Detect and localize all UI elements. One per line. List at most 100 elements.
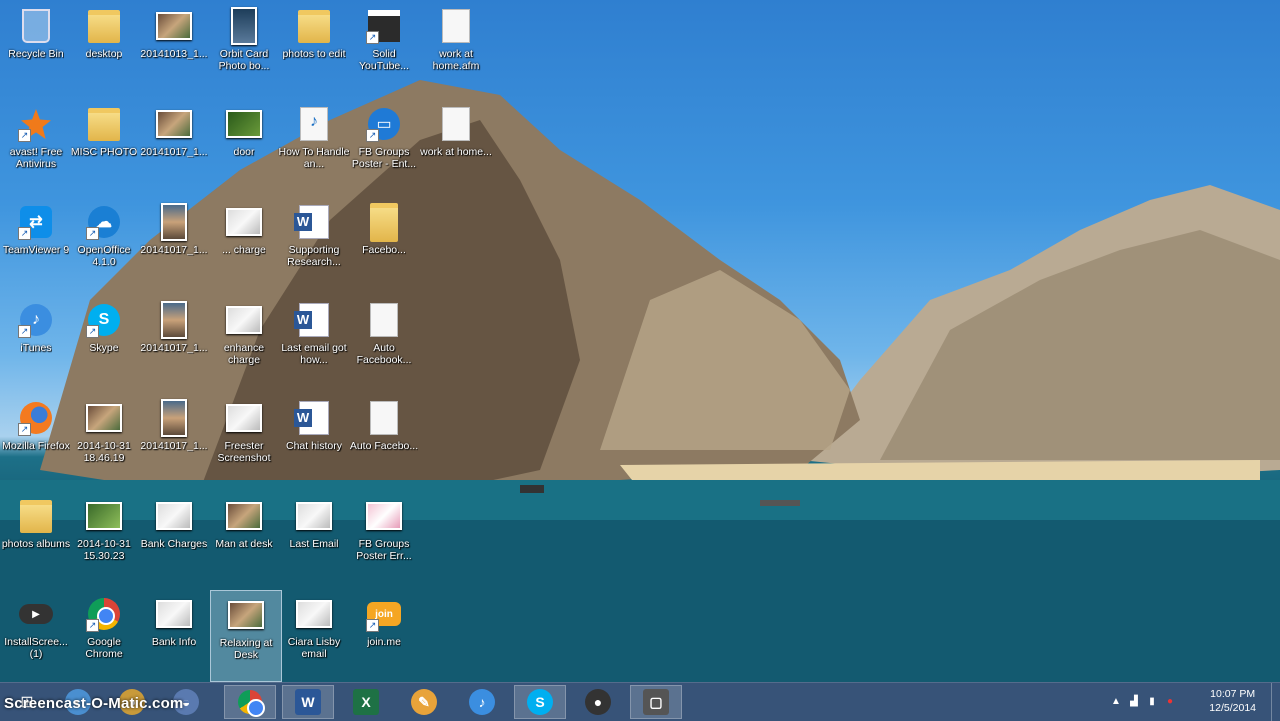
photo-file-20141017-d[interactable]: 20141017_1...	[138, 394, 210, 486]
misc-photo-folder[interactable]: MISC PHOTO	[68, 100, 140, 192]
taskbar-word[interactable]: W	[282, 685, 334, 719]
notification-alert-icon[interactable]: ●	[1164, 696, 1176, 708]
orbit-card-file[interactable]: Orbit Card Photo bo...	[208, 2, 280, 94]
icon-label: Auto Facebo...	[349, 440, 419, 452]
photos-albums-folder[interactable]: photos albums	[0, 492, 72, 584]
desktop-folder[interactable]: desktop	[68, 2, 140, 94]
door-file[interactable]: door	[208, 100, 280, 192]
taskbar-screencast[interactable]: ●	[572, 685, 624, 719]
audio-file-icon: ♪	[296, 106, 332, 142]
recycle-bin-icon[interactable]: Recycle Bin	[0, 2, 72, 94]
firefox-shortcut[interactable]: ↗ Mozilla Firefox	[0, 394, 72, 486]
icon-label: photos albums	[1, 538, 71, 550]
taskbar-chrome[interactable]	[224, 685, 276, 719]
bank-charges-file[interactable]: Bank Charges	[138, 492, 210, 584]
folder-icon	[366, 202, 402, 242]
clock-time: 10:07 PM	[1210, 688, 1256, 700]
last-email-doc[interactable]: Last email got how...	[278, 296, 350, 388]
image-thumbnail-icon	[156, 106, 192, 142]
show-hidden-icons-chevron-icon[interactable]: ▲	[1110, 696, 1122, 708]
icon-label: Bank Charges	[140, 538, 208, 550]
word-document-icon	[294, 204, 332, 240]
chrome-icon: ↗	[86, 596, 122, 632]
image-thumbnail-icon	[226, 204, 262, 240]
screencast-icon: ●	[585, 689, 611, 715]
bank-info-file[interactable]: Bank Info	[138, 590, 210, 682]
desktop[interactable]: Recycle Bin ↗ avast! Free Antivirus ⇄ ↗ T…	[0, 0, 1280, 682]
work-at-home-file[interactable]: work at home.afm	[420, 2, 492, 94]
installscreen-shortcut[interactable]: ▶ InstallScree... (1)	[0, 590, 72, 682]
icon-label: Mozilla Firefox	[2, 440, 70, 452]
teamviewer-shortcut[interactable]: ⇄ ↗ TeamViewer 9	[0, 198, 72, 290]
icon-label: Supporting Research...	[287, 244, 341, 268]
relaxing-at-desk-file[interactable]: Relaxing at Desk	[210, 590, 282, 682]
fb-groups-poster-shortcut[interactable]: ▭ ↗ FB Groups Poster - Ent...	[348, 100, 420, 192]
openoffice-shortcut[interactable]: ☁ ↗ OpenOffice 4.1.0	[68, 198, 140, 290]
image-thumbnail-icon	[86, 400, 122, 436]
screencast-watermark: Screencast-O-Matic.com	[4, 695, 184, 712]
start-button[interactable]: ⊞ ◐ ◑ ◒ Screencast-O-Matic.com	[0, 683, 220, 721]
chrome-shortcut[interactable]: ↗ Google Chrome	[68, 590, 140, 682]
photo-file-20141017-b[interactable]: 20141017_1...	[138, 198, 210, 290]
itunes-shortcut[interactable]: ♪ ↗ iTunes	[0, 296, 72, 388]
ciara-lisby-email-image[interactable]: Ciara Lisby email	[278, 590, 350, 682]
network-signal-icon[interactable]: ▟	[1128, 696, 1140, 708]
icon-label: FB Groups Poster Err...	[356, 538, 412, 562]
icon-label: 20141017_1...	[140, 244, 208, 256]
icon-label: Ciara Lisby email	[287, 636, 341, 660]
fb-groups-poster-error-image[interactable]: FB Groups Poster Err...	[348, 492, 420, 584]
photo-file-2014-10-31-a[interactable]: 2014-10-31 18.46.19	[68, 394, 140, 486]
icon-label: FB Groups Poster - Ent...	[351, 146, 417, 170]
freester-screenshot-file[interactable]: Freester Screenshot	[208, 394, 280, 486]
video-clapper-icon: ↗	[366, 8, 402, 44]
taskbar-paint[interactable]: ✎	[398, 685, 450, 719]
work-at-home-file-2[interactable]: work at home...	[420, 100, 492, 192]
auto-facebook-file-a[interactable]: Auto Facebook...	[348, 296, 420, 388]
folder-icon	[86, 106, 122, 142]
avast-icon: ↗	[18, 106, 54, 142]
icon-label: Solid YouTube...	[358, 48, 409, 72]
charge-file[interactable]: ... charge	[208, 198, 280, 290]
facebook-folder[interactable]: Facebo...	[348, 198, 420, 290]
taskbar-excel[interactable]: X	[340, 685, 392, 719]
joinme-icon: join ↗	[366, 596, 402, 632]
photo-file-20141017-a[interactable]: 20141017_1...	[138, 100, 210, 192]
icon-label: Freester Screenshot	[217, 440, 271, 464]
taskbar: ⊞ ◐ ◑ ◒ Screencast-O-Matic.com W X ✎ ♪ S…	[0, 682, 1280, 721]
chat-history-doc[interactable]: Chat history	[278, 394, 350, 486]
joinme-shortcut[interactable]: join ↗ join.me	[348, 590, 420, 682]
taskbar-skype[interactable]: S	[514, 685, 566, 719]
system-tray: ▲ ▟ ▮ ● 10:07 PM 12/5/2014	[1110, 683, 1280, 721]
icon-label: door	[233, 146, 255, 158]
photos-to-edit-folder[interactable]: photos to edit	[278, 2, 350, 94]
icon-label: Last Email	[289, 538, 339, 550]
photo-file-20141013[interactable]: 20141013_1...	[138, 2, 210, 94]
image-thumbnail-icon	[156, 399, 192, 437]
skype-icon: S	[527, 689, 553, 715]
battery-icon[interactable]: ▮	[1146, 696, 1158, 708]
document-icon	[366, 400, 402, 436]
skype-shortcut[interactable]: S ↗ Skype	[68, 296, 140, 388]
avast-shortcut[interactable]: ↗ avast! Free Antivirus	[0, 100, 72, 192]
taskbar-itunes[interactable]: ♪	[456, 685, 508, 719]
clock-date: 12/5/2014	[1209, 702, 1256, 714]
auto-facebook-file-b[interactable]: Auto Facebo...	[348, 394, 420, 486]
supporting-research-doc[interactable]: Supporting Research...	[278, 198, 350, 290]
how-to-handle-audio[interactable]: ♪ How To Handle an...	[278, 100, 350, 192]
taskbar-snipping-tool[interactable]: ▢	[630, 685, 682, 719]
image-thumbnail-icon	[156, 203, 192, 241]
show-desktop-button[interactable]	[1271, 683, 1280, 721]
last-email-image[interactable]: Last Email	[278, 492, 350, 584]
enhance-charge-file[interactable]: enhance charge	[208, 296, 280, 388]
icon-label: MISC PHOTO	[70, 146, 138, 158]
photo-file-20141017-c[interactable]: 20141017_1...	[138, 296, 210, 388]
folder-icon	[86, 8, 122, 44]
image-thumbnail-icon	[86, 498, 122, 534]
photo-file-2014-10-31-b[interactable]: 2014-10-31 15.30.23	[68, 492, 140, 584]
icon-label: desktop	[85, 48, 123, 60]
man-at-desk-file[interactable]: Man at desk	[208, 492, 280, 584]
solid-youtube-shortcut[interactable]: ↗ Solid YouTube...	[348, 2, 420, 94]
icon-label: iTunes	[20, 342, 52, 354]
clock[interactable]: 10:07 PM 12/5/2014	[1209, 687, 1256, 715]
recycle-bin-glyph	[18, 8, 54, 44]
